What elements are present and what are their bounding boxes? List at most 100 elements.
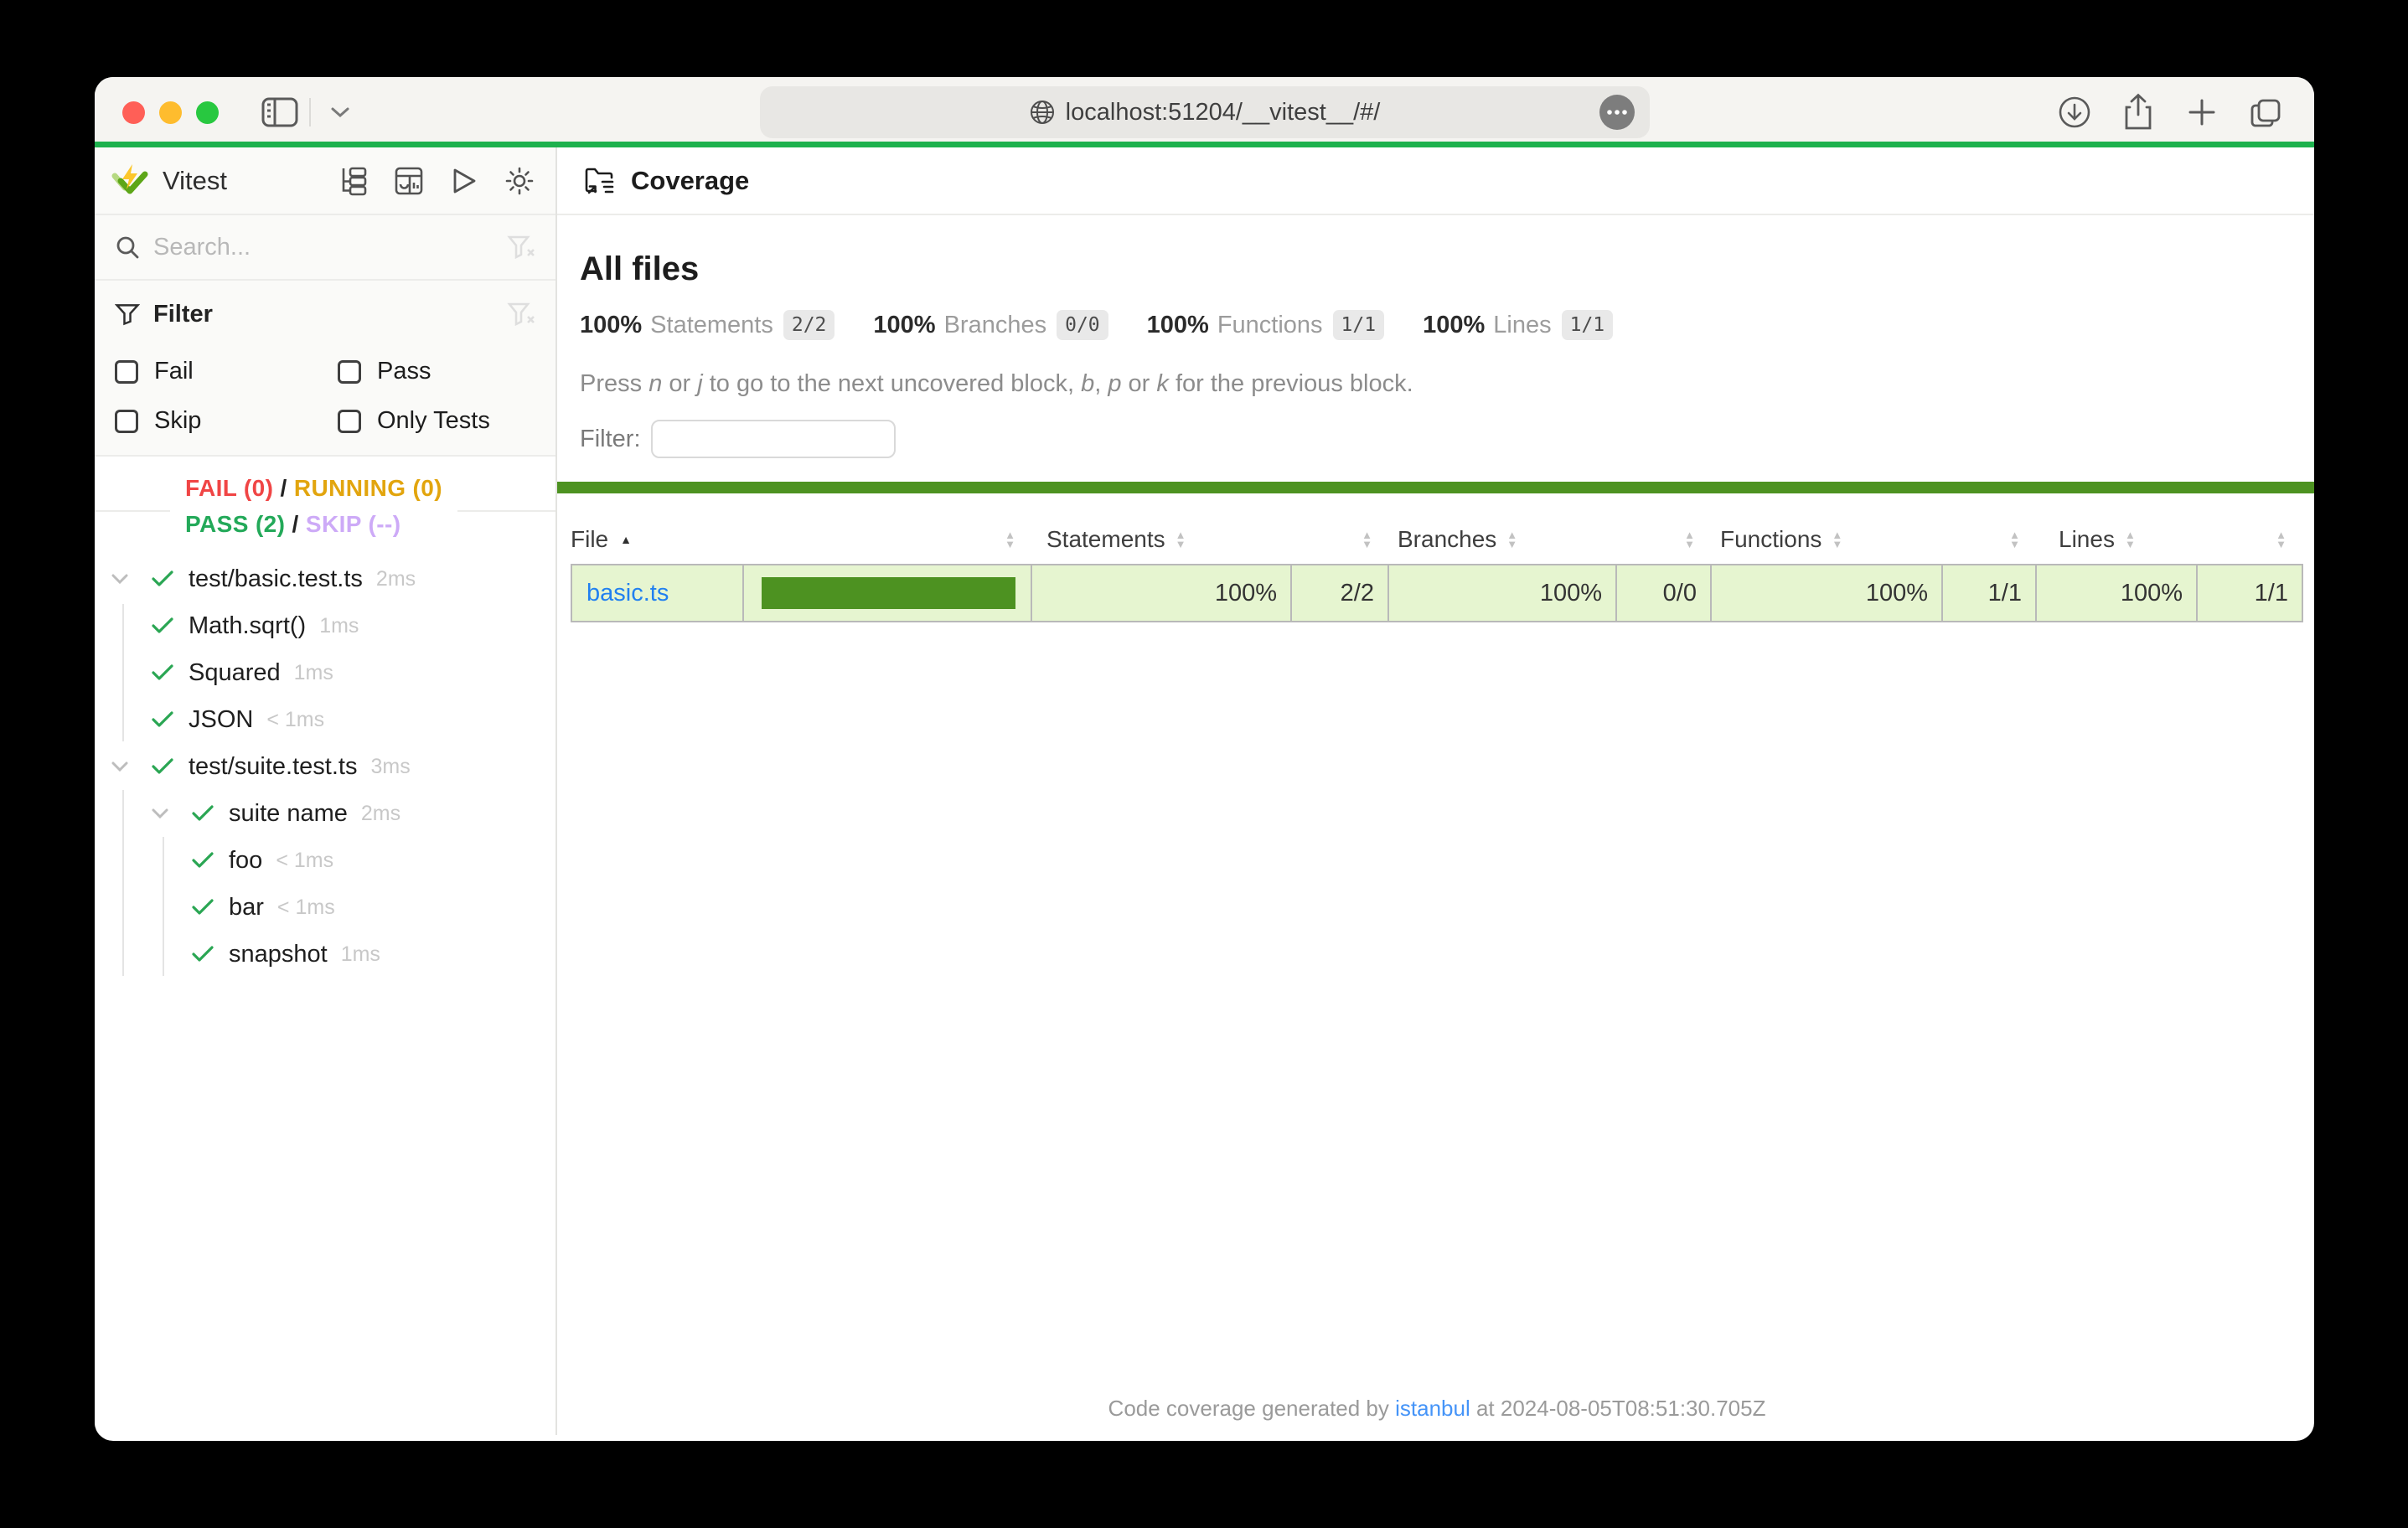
chevron-down-icon[interactable] — [111, 555, 130, 602]
column-header[interactable]: ▲▼ — [1614, 530, 1708, 549]
column-header[interactable]: ▲▼ — [2194, 530, 2300, 549]
table-cell: basic.ts — [572, 565, 742, 621]
table-cell: 100% — [1710, 565, 1941, 621]
summary-line: PASS (2) / SKIP (--) — [185, 506, 442, 542]
column-header[interactable]: Functions▲▼ — [1708, 526, 1940, 553]
test-tree-item[interactable]: test/basic.test.ts 2ms — [95, 555, 555, 602]
filter-checkbox-grid: FailPass Skip Only Tests — [115, 336, 535, 435]
clear-filter-icon[interactable] — [507, 300, 535, 328]
pass-check-icon — [192, 837, 214, 884]
filter-checkbox[interactable]: Fail — [115, 358, 338, 385]
table-cell: 2/2 — [1290, 565, 1387, 621]
coverage-filter-label: Filter: — [580, 426, 641, 453]
filter-checkbox[interactable]: Only Tests — [338, 407, 535, 435]
sort-icon[interactable]: ▲▼ — [1176, 530, 1186, 549]
theme-sun-icon[interactable] — [500, 162, 539, 200]
footer-text: at 2024-08-05T08:51:30.705Z — [1470, 1396, 1766, 1421]
sort-icon[interactable]: ▲▼ — [2125, 530, 2136, 549]
sort-icon[interactable]: ▲▼ — [1362, 530, 1372, 549]
filter-checkbox[interactable]: Skip — [115, 407, 338, 435]
table-cell: 100% — [1031, 565, 1290, 621]
pass-check-icon — [192, 884, 214, 931]
pass-check-icon — [152, 743, 173, 790]
pass-check-icon — [192, 931, 214, 978]
sort-icon[interactable]: ▲▼ — [1832, 530, 1842, 549]
filter-checkbox[interactable]: Pass — [338, 358, 535, 385]
search-input[interactable] — [153, 234, 535, 261]
checkbox-label: Skip — [154, 407, 201, 435]
search-icon — [115, 235, 140, 260]
pass-check-icon — [192, 790, 214, 837]
tab-group-chevron-icon[interactable] — [321, 93, 359, 132]
app-title: Vitest — [163, 166, 334, 196]
test-tree-item[interactable]: JSON< 1ms — [95, 696, 555, 743]
column-header[interactable]: Statements▲▼ — [1029, 526, 1289, 553]
sort-icon[interactable]: ▲▼ — [2276, 530, 2287, 549]
dashboard-icon[interactable] — [390, 162, 428, 200]
new-tab-icon[interactable] — [2183, 93, 2221, 132]
hint-text: for the previous block. — [1169, 370, 1413, 397]
column-header[interactable]: Lines▲▼ — [2033, 526, 2194, 553]
test-duration: 3ms — [370, 755, 410, 779]
test-duration: < 1ms — [277, 896, 335, 920]
zoom-window-button[interactable] — [196, 101, 219, 124]
test-name: test/basic.test.ts — [189, 565, 363, 593]
close-window-button[interactable] — [122, 101, 145, 124]
clear-search-filter-icon[interactable] — [507, 233, 535, 261]
test-duration: < 1ms — [266, 708, 324, 732]
checkbox-box[interactable] — [115, 360, 138, 384]
coverage-filter-input[interactable] — [651, 420, 896, 458]
test-name: Math.sqrt() — [189, 612, 306, 640]
search-row — [95, 215, 555, 281]
coverage-table-row: basic.ts100%2/2100%0/0100%1/1100%1/1 — [571, 564, 2303, 622]
traffic-lights — [122, 101, 219, 124]
tree-view-icon[interactable] — [334, 162, 373, 200]
column-header[interactable]: ▲▼ — [1289, 530, 1386, 549]
column-header[interactable]: ▲▼ — [741, 530, 1029, 549]
test-tree-item[interactable]: Math.sqrt()1ms — [95, 602, 555, 649]
sort-icon[interactable]: ▲▼ — [1506, 530, 1517, 549]
pass-check-icon — [152, 696, 173, 743]
test-tree-item[interactable]: test/suite.test.ts 3ms — [95, 743, 555, 790]
sort-icon[interactable]: ▲▼ — [1684, 530, 1695, 549]
share-icon[interactable] — [2119, 93, 2157, 132]
test-duration: 2ms — [376, 567, 416, 591]
column-header[interactable]: ▲▼ — [1940, 530, 2033, 549]
summary-part: RUNNING (0) — [294, 475, 442, 501]
url-bar[interactable]: localhost:51204/__vitest__/#/ — [760, 86, 1650, 138]
hint-key: p — [1108, 370, 1121, 397]
test-name: test/suite.test.ts — [189, 753, 357, 781]
coverage-main: Coverage All files 100%Statements2/2100%… — [557, 147, 2314, 1435]
tabs-overview-icon[interactable] — [2246, 93, 2285, 132]
run-all-icon[interactable] — [445, 162, 483, 200]
downloads-icon[interactable] — [2055, 93, 2094, 132]
minimize-window-button[interactable] — [159, 101, 182, 124]
chevron-down-icon[interactable] — [111, 743, 130, 790]
sort-icon[interactable]: ▲▼ — [1005, 530, 1015, 549]
sort-icon[interactable]: ▲▼ — [2009, 530, 2020, 549]
hint-key: n — [649, 370, 662, 397]
summary-part: / — [273, 475, 294, 501]
stat-label: Branches — [944, 312, 1047, 339]
stat-ratio-badge: 1/1 — [1333, 310, 1385, 340]
test-tree-item[interactable]: suite name2ms — [95, 790, 555, 837]
coverage-bar — [762, 577, 1015, 609]
checkbox-box[interactable] — [115, 410, 138, 433]
sidebar-toggle-icon[interactable] — [261, 93, 299, 132]
hint-key: k — [1156, 370, 1169, 397]
coverage-stat: 100%Branches0/0 — [873, 310, 1108, 340]
column-header[interactable]: Branches▲▼ — [1386, 526, 1614, 553]
test-name: bar — [229, 894, 264, 921]
url-text: localhost:51204/__vitest__/#/ — [1066, 99, 1381, 126]
page-settings-button[interactable] — [1598, 93, 1636, 132]
stat-ratio-badge: 0/0 — [1057, 310, 1108, 340]
checkbox-box[interactable] — [338, 410, 361, 433]
istanbul-link[interactable]: istanbul — [1395, 1396, 1470, 1421]
coverage-status-line — [557, 482, 2314, 493]
chevron-down-icon[interactable] — [152, 790, 170, 837]
checkbox-box[interactable] — [338, 360, 361, 384]
test-tree-item[interactable]: Squared1ms — [95, 649, 555, 696]
file-link[interactable]: basic.ts — [586, 580, 669, 607]
table-cell — [742, 565, 1031, 621]
column-header[interactable]: File▲ — [571, 526, 741, 553]
